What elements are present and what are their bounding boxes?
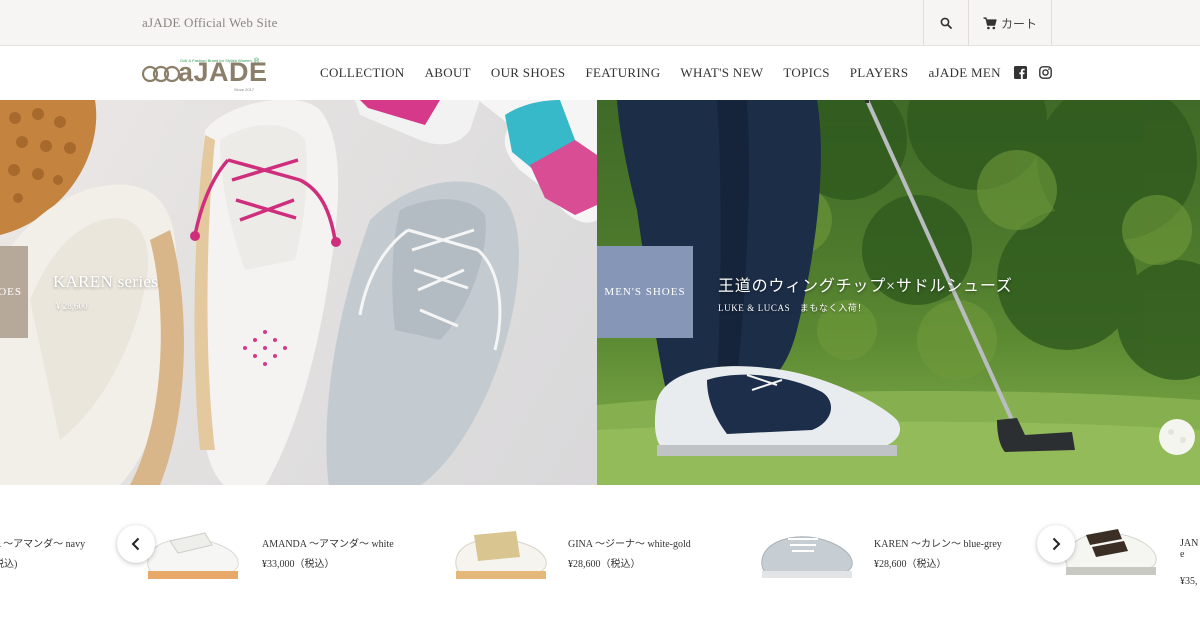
nav-topics[interactable]: TOPICS <box>783 65 829 81</box>
product-card[interactable]: JAN e ¥35, <box>1058 505 1200 595</box>
product-name-line2: e <box>1180 549 1185 560</box>
hero-slide-karen[interactable]: OES KAREN series ¥ 28,600 <box>0 100 597 485</box>
nav-about[interactable]: ABOUT <box>425 65 471 81</box>
nav-players[interactable]: PLAYERS <box>850 65 909 81</box>
product-image <box>455 531 547 579</box>
facebook-icon[interactable] <box>1014 66 1027 79</box>
product-image <box>761 536 853 578</box>
nav-ajade-men[interactable]: aJADE MEN <box>928 65 1000 81</box>
hero-right-title: 王道のウィングチップ×サドルシューズ <box>718 278 1013 295</box>
chevron-right-icon <box>1052 537 1061 551</box>
logo-since: Since 2017 <box>234 87 255 92</box>
nav-whats-new[interactable]: WHAT'S NEW <box>680 65 763 81</box>
social-links <box>1014 66 1052 79</box>
logo-rings-icon <box>142 65 180 83</box>
hero-left-category: OES <box>0 286 22 298</box>
hero-slider: OES KAREN series ¥ 28,600 MEN'S SHOES 王道… <box>0 100 1200 485</box>
product-price: ¥33,000（税込） <box>262 559 335 570</box>
hero-left-title: KAREN series <box>53 272 159 291</box>
nav-collection[interactable]: COLLECTION <box>320 65 405 81</box>
cart-button[interactable]: カート <box>968 0 1052 46</box>
search-icon <box>940 17 952 29</box>
product-card[interactable]: GINA ～ジーナ～ white-gold ¥28,600（税込） <box>446 505 736 595</box>
product-price: 税込) <box>0 559 18 570</box>
product-card[interactable]: A ～アマンダ～ navy 税込) <box>0 505 110 595</box>
top-actions: カート <box>923 0 1052 46</box>
carousel-next-button[interactable] <box>1037 525 1075 563</box>
product-name: AMANDA ～アマンダ～ white <box>262 539 394 550</box>
nav-featuring[interactable]: FEATURING <box>585 65 660 81</box>
product-name: JAN e <box>1180 538 1198 560</box>
product-name: GINA ～ジーナ～ white-gold <box>568 539 691 550</box>
product-name: KAREN ～カレン～ blue-grey <box>874 539 1002 550</box>
product-name: A ～アマンダ～ navy <box>0 539 86 550</box>
cart-label: カート <box>1000 16 1037 31</box>
product-price: ¥28,600（税込） <box>874 559 947 570</box>
carousel-prev-button[interactable] <box>117 525 155 563</box>
main-header: aJADE ® Golf & Fashion Brand for Stylish… <box>0 46 1200 100</box>
top-bar: aJADE Official Web Site カート <box>0 0 1200 46</box>
product-name-line1: JAN <box>1180 538 1199 549</box>
cart-icon <box>983 16 997 29</box>
site-label: aJADE Official Web Site <box>142 15 278 30</box>
main-nav: COLLECTION ABOUT OUR SHOES FEATURING WHA… <box>320 65 1021 81</box>
hero-slide-mens[interactable]: MEN'S SHOES 王道のウィングチップ×サドルシューズ LUKE & LU… <box>597 100 1200 485</box>
product-price: ¥28,600（税込） <box>568 559 641 570</box>
instagram-icon[interactable] <box>1039 66 1052 79</box>
brand-logo[interactable]: aJADE ® Golf & Fashion Brand for Stylish… <box>142 54 267 92</box>
hero-left-price: ¥ 28,600 <box>56 301 88 311</box>
product-carousel: A ～アマンダ～ navy 税込) AMANDA ～アマンダ～ white ¥3… <box>0 485 1200 630</box>
logo-tagline: Golf & Fashion Brand for Stylish Women <box>180 58 252 63</box>
product-card[interactable]: KAREN ～カレン～ blue-grey ¥28,600（税込） <box>752 505 1032 595</box>
chevron-left-icon <box>131 537 140 551</box>
product-card[interactable]: AMANDA ～アマンダ～ white ¥33,000（税込） <box>140 505 430 595</box>
hero-right-category: MEN'S SHOES <box>604 286 686 298</box>
hero-left-category-tag[interactable]: OES <box>0 246 28 338</box>
search-button[interactable] <box>923 0 968 46</box>
logo-registered-mark: ® <box>254 58 260 65</box>
product-price: ¥35, <box>1180 576 1198 587</box>
hero-right-subtitle: LUKE & LUCAS まもなく入荷！ <box>718 303 867 313</box>
hero-right-category-tag[interactable]: MEN'S SHOES <box>597 246 693 338</box>
product-image <box>147 532 239 579</box>
hero-image-women-shoes <box>0 100 597 485</box>
nav-our-shoes[interactable]: OUR SHOES <box>491 65 566 81</box>
product-image <box>1065 529 1157 575</box>
